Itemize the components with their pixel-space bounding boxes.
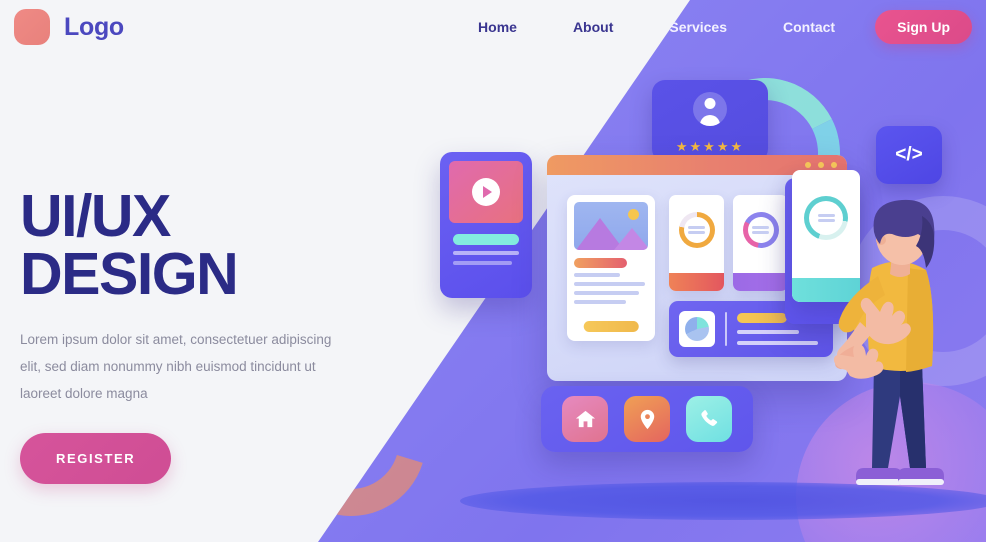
nav-item-home[interactable]: Home — [450, 19, 545, 35]
brand-name: Logo — [64, 12, 124, 41]
nav-item-about[interactable]: About — [545, 19, 641, 35]
hero-content: UI/UX DESIGN Lorem ipsum dolor sit amet,… — [20, 187, 350, 484]
video-text-line — [453, 251, 519, 255]
brand[interactable]: Logo — [14, 9, 124, 45]
site-header: Logo Home About Services Contact Sign Up — [0, 0, 986, 54]
play-icon — [472, 178, 500, 206]
nav-item-services[interactable]: Services — [641, 19, 755, 35]
hero-paragraph: Lorem ipsum dolor sit amet, consectetuer… — [20, 331, 332, 401]
main-navigation: Home About Services Contact Sign Up — [450, 10, 986, 44]
video-title-placeholder — [453, 234, 519, 245]
sign-up-button[interactable]: Sign Up — [875, 10, 972, 44]
decorative-ring-icon — [848, 196, 986, 386]
video-thumbnail — [449, 161, 523, 223]
landing-page: ★★★★★ </> Logo Home About Services Conta… — [0, 0, 986, 542]
page-title: UI/UX DESIGN — [20, 187, 350, 307]
register-button[interactable]: REGISTER — [20, 432, 172, 484]
ground-shadow — [460, 482, 986, 520]
video-text-line — [453, 261, 513, 265]
nav-item-contact[interactable]: Contact — [755, 19, 863, 35]
page-title-line-1: UI/UX — [20, 183, 171, 249]
page-title-line-2: DESIGN — [20, 240, 239, 307]
logo-mark-icon — [14, 9, 50, 45]
